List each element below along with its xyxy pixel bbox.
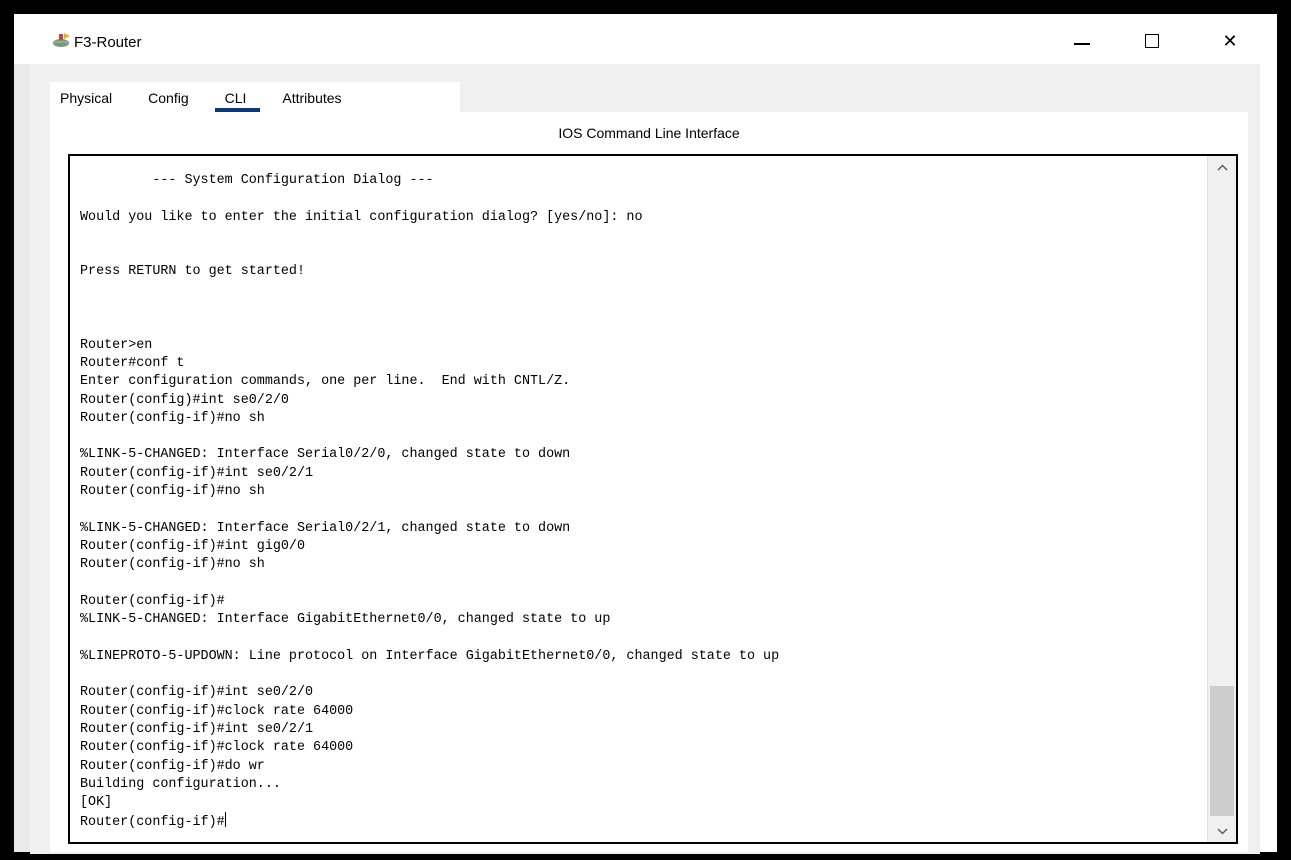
maximize-button[interactable]: [1130, 26, 1174, 56]
console-line: Router(config-if)#do wr: [80, 758, 265, 774]
console-line: Router(config-if)#: [80, 593, 225, 609]
scroll-up-button[interactable]: [1208, 158, 1236, 176]
tab-attributes[interactable]: Attributes: [282, 90, 341, 112]
window-body: Physical Config CLI Attributes IOS Comma…: [30, 64, 1260, 854]
console-line: Building configuration...: [80, 776, 281, 792]
console-line: [OK]: [80, 795, 113, 811]
console-line: Router(config-if)#int gig0/0: [80, 538, 305, 554]
application-window: F3-Router ✕ Physical Config CLI Attribut…: [14, 14, 1277, 854]
console-line: Router#conf t: [80, 355, 185, 371]
console-line: --- System Configuration Dialog ---: [80, 173, 434, 188]
console-line: Router(config-if)#int se0/2/0: [80, 685, 314, 701]
vertical-scrollbar[interactable]: [1207, 156, 1236, 842]
console-line: Router(config-if)#int se0/2/1: [80, 721, 314, 737]
window-left-edge: [14, 64, 30, 852]
router-icon: [53, 33, 70, 47]
console-prompt-line[interactable]: Router(config-if)#: [80, 812, 1204, 830]
close-icon: ✕: [1222, 30, 1238, 51]
tab-cli[interactable]: CLI: [214, 90, 261, 112]
window-title: F3-Router: [74, 34, 142, 51]
console-line: Router(config-if)#clock rate 64000: [80, 740, 354, 756]
console-line: Would you like to enter the initial conf…: [80, 209, 643, 225]
tab-config[interactable]: Config: [148, 90, 188, 112]
console-line: %LINK-5-CHANGED: Interface Serial0/2/1, …: [80, 520, 571, 536]
scroll-down-button[interactable]: [1208, 822, 1236, 840]
chevron-up-icon: [1216, 163, 1228, 171]
console-line: Router(config-if)#no sh: [80, 484, 265, 500]
console-line: Router>en: [80, 337, 153, 353]
minimize-button[interactable]: [1060, 26, 1104, 56]
tab-bar: Physical Config CLI Attributes: [50, 82, 460, 112]
console-line: %LINK-5-CHANGED: Interface GigabitEthern…: [80, 612, 611, 628]
title-bar[interactable]: F3-Router ✕: [14, 14, 1277, 64]
console-line: Press RETURN to get started!: [80, 264, 305, 280]
console-line: %LINEPROTO-5-UPDOWN: Line protocol on In…: [80, 648, 780, 664]
panel-title: IOS Command Line Interface: [558, 125, 740, 141]
console-line: Router(config)#int se0/2/0: [80, 392, 289, 408]
cli-panel: IOS Command Line Interface --- System Co…: [50, 112, 1248, 852]
console-line: Router(config-if)#no sh: [80, 557, 265, 573]
maximize-icon: [1145, 34, 1159, 48]
console-line: Router(config-if)#clock rate 64000: [80, 703, 354, 719]
tab-physical[interactable]: Physical: [60, 90, 112, 112]
chevron-down-icon: [1216, 827, 1228, 835]
console-output[interactable]: --- System Configuration Dialog --- Would…: [80, 172, 1204, 831]
console-line: Router(config-if)#int se0/2/1: [80, 465, 314, 481]
cli-console[interactable]: --- System Configuration Dialog --- Would…: [68, 154, 1238, 844]
console-line: %LINK-5-CHANGED: Interface Serial0/2/0, …: [80, 447, 571, 463]
text-cursor: [224, 812, 227, 828]
console-prompt: Router(config-if)#: [80, 815, 225, 831]
console-line: Enter configuration commands, one per li…: [80, 374, 571, 390]
scrollbar-thumb[interactable]: [1210, 686, 1234, 816]
close-button[interactable]: ✕: [1208, 26, 1252, 56]
console-line: Router(config-if)#no sh: [80, 410, 265, 426]
minimize-icon: [1074, 43, 1090, 45]
